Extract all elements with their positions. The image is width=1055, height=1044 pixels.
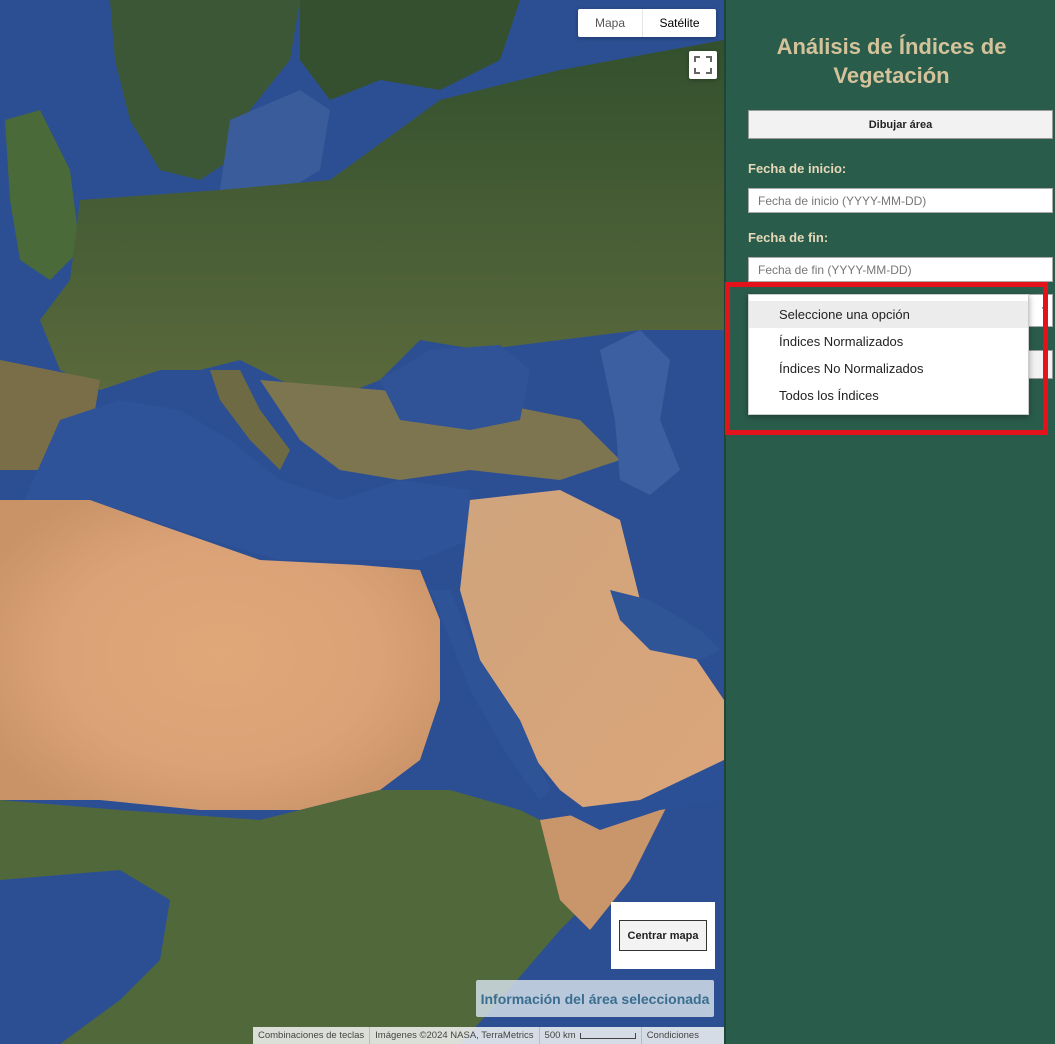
satellite-map[interactable]: Mapa Satélite Centrar mapa Información d…	[0, 0, 724, 1044]
center-map-button[interactable]: Centrar mapa	[619, 920, 707, 951]
scale-indicator[interactable]: 500 km	[540, 1027, 642, 1044]
scale-label: 500 km	[544, 1030, 576, 1041]
map-type-satellite-button[interactable]: Satélite	[643, 9, 716, 37]
end-date-label: Fecha de fin:	[748, 230, 829, 245]
dropdown-option[interactable]: Índices No Normalizados	[749, 355, 1028, 382]
start-date-input[interactable]	[748, 188, 1053, 213]
dropdown-option[interactable]: Todos los Índices	[749, 382, 1028, 409]
center-map-container: Centrar mapa	[611, 902, 715, 969]
draw-area-button[interactable]: Dibujar área	[748, 110, 1053, 139]
index-type-dropdown-list: Seleccione una opción Índices Normalizad…	[748, 294, 1029, 415]
fullscreen-button[interactable]	[689, 51, 717, 79]
start-date-label: Fecha de inicio:	[748, 161, 847, 176]
keyboard-shortcuts-link[interactable]: Combinaciones de teclas	[253, 1027, 371, 1044]
map-type-control: Mapa Satélite	[578, 9, 716, 37]
imagery-credit: Imágenes ©2024 NASA, TerraMetrics	[370, 1027, 540, 1044]
end-date-input[interactable]	[748, 257, 1053, 282]
map-type-map-button[interactable]: Mapa	[578, 9, 643, 37]
chevron-down-icon: ▼	[1040, 305, 1050, 316]
satellite-imagery	[0, 0, 724, 1044]
dropdown-option[interactable]: Índices Normalizados	[749, 328, 1028, 355]
panel-title: Análisis de Índices de Vegetación	[776, 34, 1007, 88]
scale-bar	[579, 1032, 636, 1039]
fullscreen-icon	[694, 56, 712, 74]
dropdown-option[interactable]: Seleccione una opción	[749, 301, 1028, 328]
terms-link[interactable]: Condiciones	[642, 1027, 704, 1044]
map-attribution: Combinaciones de teclas Imágenes ©2024 N…	[253, 1027, 724, 1044]
control-panel: Análisis de Índices de Vegetación Dibuja…	[724, 0, 1055, 1044]
selected-area-info-button[interactable]: Información del área seleccionada	[476, 980, 714, 1017]
